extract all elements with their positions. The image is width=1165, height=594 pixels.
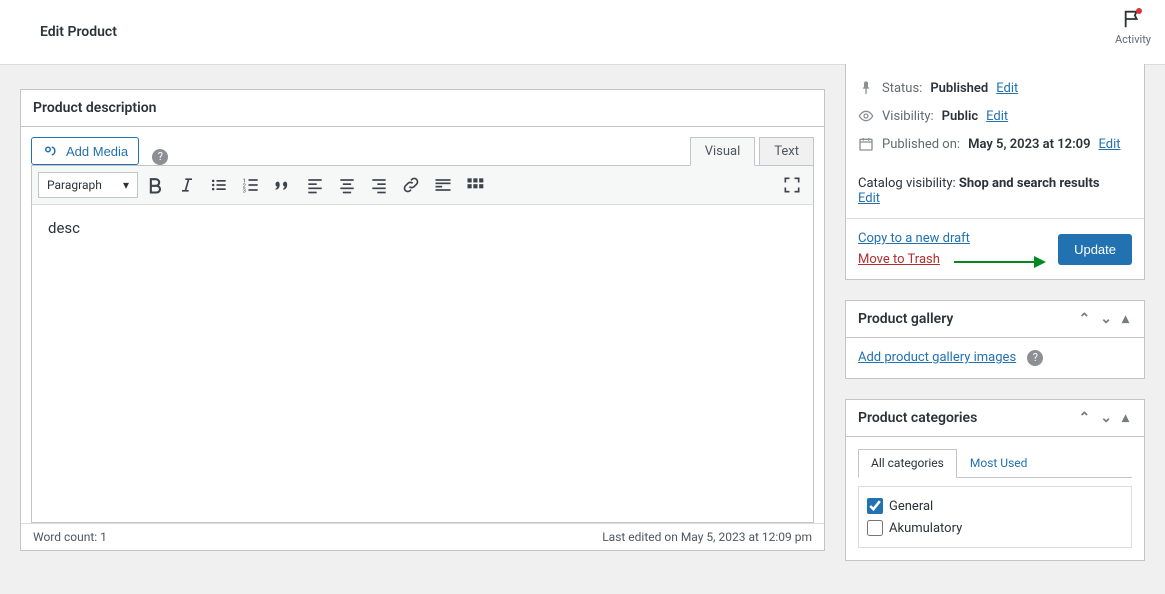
tab-all-categories[interactable]: All categories <box>858 449 957 478</box>
editor-content[interactable]: desc <box>31 205 814 523</box>
eye-icon <box>858 108 874 124</box>
product-gallery-box: Product gallery ⌃ ⌄ ▴ Add product galler… <box>845 300 1145 379</box>
categories-list[interactable]: General Akumulatory <box>858 486 1132 548</box>
help-icon[interactable]: ? <box>1027 350 1043 366</box>
catalog-label: Catalog visibility: <box>858 176 956 191</box>
catalog-edit-link[interactable]: Edit <box>858 191 880 206</box>
activity-label: Activity <box>1115 33 1151 46</box>
chevron-down-icon: ▾ <box>123 178 129 192</box>
editor-toolbar: Paragraph ▾ 123 <box>31 165 814 205</box>
gallery-title: Product gallery <box>858 311 953 327</box>
annotation-arrow <box>954 261 1044 263</box>
tab-text[interactable]: Text <box>759 137 814 166</box>
add-media-label: Add Media <box>66 144 128 159</box>
toggle-panel-icon[interactable]: ▴ <box>1119 410 1132 426</box>
align-right-button[interactable] <box>364 170 394 200</box>
visibility-value: Public <box>942 109 978 124</box>
published-value: May 5, 2023 at 12:09 <box>968 137 1090 152</box>
categories-title: Product categories <box>858 410 977 426</box>
notification-dot <box>1136 8 1142 14</box>
move-up-icon[interactable]: ⌃ <box>1076 311 1094 327</box>
svg-text:3: 3 <box>243 189 246 195</box>
help-icon[interactable]: ? <box>152 149 168 165</box>
word-count: Word count: 1 <box>33 530 107 544</box>
page-title: Edit Product <box>40 24 117 40</box>
italic-button[interactable] <box>172 170 202 200</box>
format-select[interactable]: Paragraph ▾ <box>38 172 138 198</box>
visibility-label: Visibility: <box>882 109 934 124</box>
box-title: Product description <box>21 90 824 127</box>
status-value: Published <box>930 81 988 96</box>
link-button[interactable] <box>396 170 426 200</box>
bold-button[interactable] <box>140 170 170 200</box>
published-label: Published on: <box>882 137 960 152</box>
move-down-icon[interactable]: ⌄ <box>1097 410 1115 426</box>
published-edit-link[interactable]: Edit <box>1099 137 1121 152</box>
status-label: Status: <box>882 81 922 96</box>
product-categories-box: Product categories ⌃ ⌄ ▴ All categories … <box>845 399 1145 561</box>
tab-most-used[interactable]: Most Used <box>957 449 1041 477</box>
category-item[interactable]: General <box>867 495 1123 517</box>
align-left-button[interactable] <box>300 170 330 200</box>
publish-box: Status: Published Edit Visibility: Publi… <box>845 64 1145 280</box>
fullscreen-button[interactable] <box>777 170 807 200</box>
status-edit-link[interactable]: Edit <box>996 81 1018 96</box>
blockquote-button[interactable] <box>268 170 298 200</box>
numbered-list-button[interactable]: 123 <box>236 170 266 200</box>
catalog-value: Shop and search results <box>959 176 1100 191</box>
category-label: General <box>889 499 933 514</box>
bullet-list-button[interactable] <box>204 170 234 200</box>
align-center-button[interactable] <box>332 170 362 200</box>
last-edited: Last edited on May 5, 2023 at 12:09 pm <box>602 530 812 544</box>
add-gallery-images-link[interactable]: Add product gallery images <box>858 350 1016 365</box>
product-description-box: Product description Add Media ? Visual T… <box>20 89 825 551</box>
toggle-panel-icon[interactable]: ▴ <box>1119 311 1132 327</box>
move-to-trash-link[interactable]: Move to Trash <box>858 252 970 267</box>
toolbar-toggle-button[interactable] <box>460 170 490 200</box>
category-item[interactable]: Akumulatory <box>867 517 1123 539</box>
add-media-button[interactable]: Add Media <box>31 137 139 165</box>
category-label: Akumulatory <box>889 521 962 536</box>
update-button[interactable]: Update <box>1058 234 1132 265</box>
activity-button[interactable]: Activity <box>1115 8 1151 46</box>
format-select-value: Paragraph <box>47 178 102 192</box>
tab-visual[interactable]: Visual <box>690 137 756 166</box>
category-checkbox[interactable] <box>867 498 883 514</box>
move-down-icon[interactable]: ⌄ <box>1097 311 1115 327</box>
move-up-icon[interactable]: ⌃ <box>1076 410 1094 426</box>
copy-draft-link[interactable]: Copy to a new draft <box>858 231 970 246</box>
insert-more-button[interactable] <box>428 170 458 200</box>
calendar-icon <box>858 136 874 152</box>
category-checkbox[interactable] <box>867 520 883 536</box>
visibility-edit-link[interactable]: Edit <box>986 109 1008 124</box>
media-icon <box>42 142 60 160</box>
pin-icon <box>858 80 874 96</box>
